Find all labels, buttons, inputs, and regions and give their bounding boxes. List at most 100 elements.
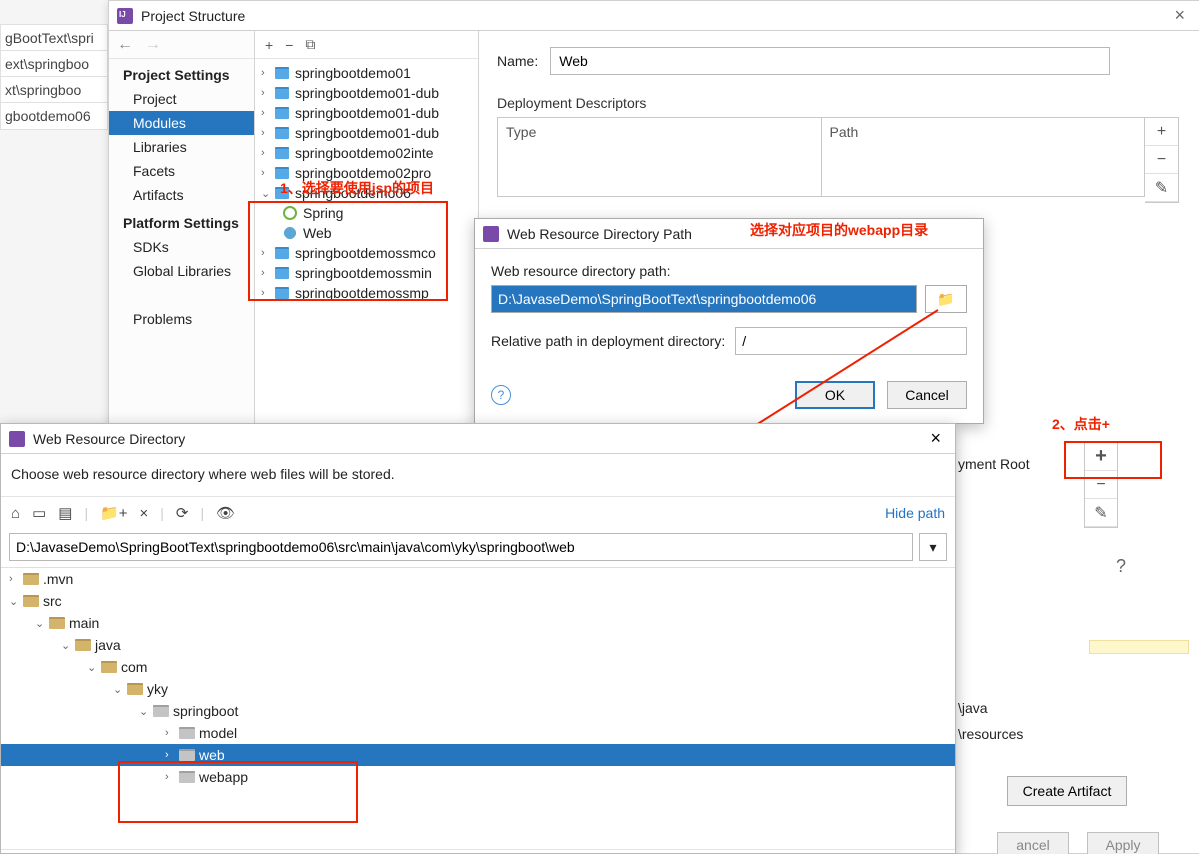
nav-fwd-icon[interactable]: → [145, 36, 161, 54]
fc-path-dropdown-icon[interactable]: ▾ [919, 533, 947, 561]
bg-text: gBootText\spri [0, 24, 108, 52]
name-label: Name: [497, 53, 538, 69]
home-icon[interactable]: ⌂ [11, 505, 20, 522]
create-artifact-button[interactable]: Create Artifact [1007, 776, 1127, 806]
tree-item[interactable]: ⌄src [1, 590, 955, 612]
annotation-2-text: 2、点击+ [1052, 414, 1110, 434]
dr-add-icon[interactable]: + [1085, 443, 1117, 471]
dd-col-path: Path [822, 118, 1145, 196]
close-icon[interactable]: × [1168, 5, 1191, 26]
ok-button[interactable]: OK [795, 381, 875, 409]
copy-module-icon[interactable]: ⧉ [305, 36, 315, 53]
module-icon [275, 107, 289, 119]
tree-item[interactable]: ⌄java [1, 634, 955, 656]
file-chooser-dialog: Web Resource Directory × Choose web reso… [0, 423, 956, 854]
hide-path-link[interactable]: Hide path [885, 505, 945, 521]
sidebar-item-project[interactable]: Project [109, 87, 254, 111]
dr-remove-icon[interactable]: − [1085, 471, 1117, 499]
fc-footer-hint: Drag and drop a file into the space abov… [1, 849, 955, 854]
path-fragment: \resources [958, 726, 1023, 742]
help-icon[interactable]: ? [491, 385, 511, 405]
tree-item[interactable]: ›.mvn [1, 568, 955, 590]
browse-folder-button[interactable]: 📁 [925, 285, 967, 313]
facet-item-web[interactable]: Web [255, 223, 478, 243]
sidebar-item-problems[interactable]: Problems [109, 307, 254, 331]
module-label: springbootdemo01-dub [295, 105, 439, 121]
folder-icon [127, 683, 143, 695]
tree-item[interactable]: ⌄springboot [1, 700, 955, 722]
cancel-button[interactable]: Cancel [887, 381, 967, 409]
module-item[interactable]: ›springbootdemossmp [255, 283, 478, 303]
module-item[interactable]: ›springbootdemo01-dub [255, 103, 478, 123]
sidebar-item-libraries[interactable]: Libraries [109, 135, 254, 159]
tree-item[interactable]: ⌄main [1, 612, 955, 634]
tree-label: java [95, 637, 121, 653]
dr-edit-icon[interactable]: ✎ [1085, 499, 1117, 527]
module-item[interactable]: ›springbootdemo02inte [255, 143, 478, 163]
refresh-icon[interactable]: ⟳ [176, 504, 189, 522]
module-item[interactable]: ›springbootdemo01-dub [255, 83, 478, 103]
sidebar-item-facets[interactable]: Facets [109, 159, 254, 183]
sidebar-header: Project Settings [109, 59, 254, 87]
fc-toolbar: ⌂ ▭ ▤ | 📁+ × | ⟳ | 👁 Hide path [1, 497, 955, 529]
path-fragment: \java [958, 700, 988, 716]
tree-item[interactable]: ›model [1, 722, 955, 744]
desktop-icon[interactable]: ▭ [32, 504, 46, 522]
fc-tree[interactable]: ›.mvn ⌄src ⌄main ⌄java ⌄com ⌄yky ⌄spring… [1, 567, 955, 849]
dd-edit-icon[interactable]: ✎ [1145, 174, 1178, 202]
tree-item[interactable]: ⌄com [1, 656, 955, 678]
module-label: springbootdemo01 [295, 65, 411, 81]
tree-item[interactable]: ›webapp [1, 766, 955, 788]
name-input[interactable] [550, 47, 1110, 75]
sidebar-item-modules[interactable]: Modules [109, 111, 254, 135]
module-label: springbootdemossmin [295, 265, 432, 281]
close-icon[interactable]: × [924, 428, 947, 449]
wrp-relative-label: Relative path in deployment directory: [491, 333, 725, 349]
apply-button[interactable]: Apply [1087, 832, 1159, 854]
tree-label: src [43, 593, 62, 609]
wrp-relative-input[interactable] [735, 327, 967, 355]
dialog-title-bar: Project Structure × [109, 1, 1199, 31]
cancel-button[interactable]: ancel [997, 832, 1069, 854]
tree-label: webapp [199, 769, 248, 785]
bg-text: gbootdemo06 [0, 102, 108, 130]
facet-label: Web [303, 225, 332, 241]
tree-item-selected[interactable]: ›web [1, 744, 955, 766]
fc-title-bar: Web Resource Directory × [1, 424, 955, 454]
tree-label: .mvn [43, 571, 73, 587]
tree-label: model [199, 725, 237, 741]
folder-icon [179, 727, 195, 739]
sidebar-item-globals[interactable]: Global Libraries [109, 259, 254, 283]
tree-label: web [199, 747, 225, 763]
fc-path-input[interactable] [9, 533, 913, 561]
annotation-1-text: 1、选择要使用jsp的项目 [280, 178, 434, 198]
sidebar-item-sdks[interactable]: SDKs [109, 235, 254, 259]
module-icon [275, 67, 289, 79]
module-icon [275, 147, 289, 159]
module-item[interactable]: ›springbootdemo01-dub [255, 123, 478, 143]
module-label: springbootdemossmco [295, 245, 436, 261]
annotation-wrp-text: 选择对应项目的webapp目录 [750, 220, 928, 240]
remove-module-icon[interactable]: − [285, 37, 293, 53]
module-item[interactable]: ›springbootdemossmco [255, 243, 478, 263]
tree-item[interactable]: ⌄yky [1, 678, 955, 700]
module-item[interactable]: ›springbootdemo01 [255, 63, 478, 83]
dd-remove-icon[interactable]: − [1145, 146, 1178, 174]
delete-icon[interactable]: × [140, 505, 149, 522]
nav-back-icon[interactable]: ← [117, 36, 133, 54]
sidebar-header: Platform Settings [109, 207, 254, 235]
deployment-descriptors-table[interactable]: Type Path [497, 117, 1145, 197]
show-hidden-icon[interactable]: 👁 [216, 504, 235, 522]
dd-add-icon[interactable]: + [1145, 118, 1178, 146]
folder-icon [179, 749, 195, 761]
wrp-path-input[interactable] [491, 285, 917, 313]
add-module-icon[interactable]: + [265, 37, 273, 53]
facet-item-spring[interactable]: Spring [255, 203, 478, 223]
help-icon[interactable]: ? [1116, 556, 1126, 577]
module-item[interactable]: ›springbootdemossmin [255, 263, 478, 283]
new-folder-icon[interactable]: 📁+ [100, 504, 127, 522]
sidebar-item-artifacts[interactable]: Artifacts [109, 183, 254, 207]
folder-icon [153, 705, 169, 717]
nav-history: ← → [109, 31, 254, 59]
project-icon[interactable]: ▤ [58, 504, 72, 522]
